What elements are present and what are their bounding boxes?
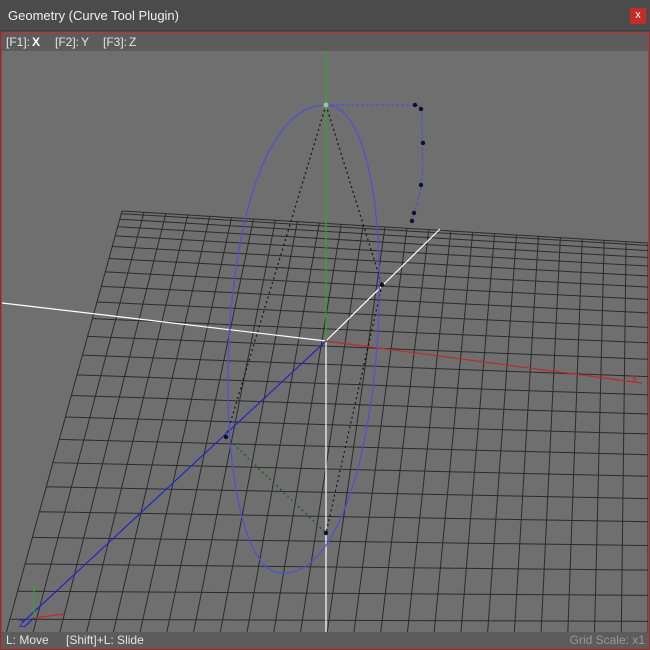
control-hidden-edge xyxy=(225,436,327,534)
grid-line xyxy=(566,238,583,648)
grid-line xyxy=(486,234,517,648)
window-title: Geometry (Curve Tool Plugin) xyxy=(8,8,179,23)
grid-line xyxy=(459,233,496,648)
z-axis-line xyxy=(21,340,327,624)
grid-line xyxy=(539,237,561,648)
3d-viewport[interactable]: X Z [F1]: X [F2]: Y [F3]: Z L: Move [Shi… xyxy=(1,32,649,649)
axis-gizmo: Z xyxy=(19,586,65,630)
grid-line xyxy=(324,226,386,648)
status-hints: L: Move [Shift]+L: Slide xyxy=(6,633,158,647)
gizmo-z-label: Z xyxy=(19,619,25,630)
grid-line xyxy=(405,230,452,648)
axis-option-y[interactable]: [F2]: Y xyxy=(55,35,89,49)
grid-line xyxy=(55,213,167,648)
grid-line xyxy=(432,232,474,648)
curve-tail[interactable] xyxy=(326,104,424,224)
axis-option-x[interactable]: [F1]: X xyxy=(6,35,40,49)
grid-line xyxy=(28,212,145,648)
grid-line xyxy=(620,241,627,648)
grid-line xyxy=(109,216,211,648)
grid-line xyxy=(82,214,189,648)
axis-option-z[interactable]: [F3]: Z xyxy=(103,35,136,49)
axis-key-z: [F3]: xyxy=(103,35,128,49)
scene-canvas[interactable]: X Z xyxy=(2,33,648,648)
axis-key-y: [F2]: xyxy=(55,35,80,49)
axis-value-y: Y xyxy=(81,35,90,49)
axis-key-x: [F1]: xyxy=(6,35,31,49)
close-button[interactable]: x xyxy=(630,8,646,24)
x-axis-line xyxy=(325,340,643,384)
status-bar: L: Move [Shift]+L: Slide Grid Scale: x1 xyxy=(2,632,648,648)
grid-line xyxy=(189,220,276,648)
grid-line xyxy=(512,236,539,648)
x-axis-label: X xyxy=(631,374,639,386)
grid-line xyxy=(163,218,254,648)
grid-line xyxy=(2,210,123,648)
move-hint: L: Move xyxy=(6,633,49,647)
title-bar: Geometry (Curve Tool Plugin) x xyxy=(0,0,650,31)
curve-ellipse[interactable] xyxy=(227,104,380,574)
grid-line xyxy=(136,217,233,648)
white-axis-left xyxy=(2,302,327,342)
grid-scale-label: Grid Scale: x1 xyxy=(569,633,645,647)
axis-selector-bar: [F1]: X [F2]: Y [F3]: Z xyxy=(2,33,648,51)
ground-grid xyxy=(2,210,648,648)
slide-hint: [Shift]+L: Slide xyxy=(66,633,144,647)
grid-line xyxy=(593,240,605,648)
grid-line xyxy=(378,229,430,648)
axis-value-x: X xyxy=(32,35,41,49)
axis-value-z: Z xyxy=(129,35,137,49)
